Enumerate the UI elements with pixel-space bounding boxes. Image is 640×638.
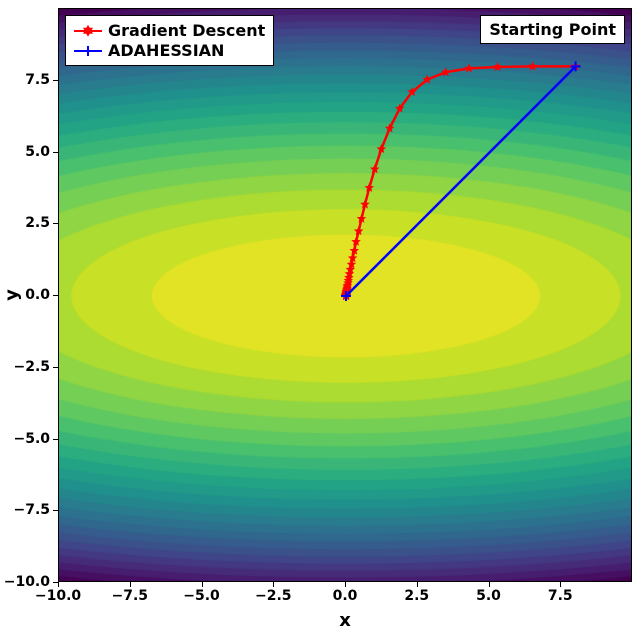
x-tick [58,582,59,587]
y-tick-label: −2.5 [13,359,50,375]
star-icon [528,61,538,70]
x-tick [202,582,203,587]
y-tick [53,152,58,153]
starting-point-annotation: Starting Point [480,15,625,44]
star-icon [441,67,451,76]
x-tick-label: −5.0 [183,588,220,604]
x-tick [345,582,346,587]
x-tick [130,582,131,587]
x-tick-label: −2.5 [255,588,292,604]
legend-label: ADAHESSIAN [108,41,224,60]
series-overlay [59,9,632,582]
y-tick [53,223,58,224]
y-axis-label: y [2,289,23,301]
plus-icon [83,46,93,56]
x-tick-label: 5.0 [476,588,501,604]
y-tick [53,367,58,368]
y-tick [53,295,58,296]
plot-axes: Gradient Descent ADAHESSIAN Starting Poi… [58,8,632,582]
legend-line-icon [74,50,102,52]
y-tick-label: −5.0 [13,431,50,447]
series-line [346,66,576,296]
y-tick-label: 2.5 [25,215,50,231]
legend-line-icon [74,30,102,32]
legend: Gradient Descent ADAHESSIAN [65,15,274,66]
x-tick-label: −10.0 [35,588,81,604]
legend-entry-gradient-descent: Gradient Descent [74,21,265,40]
x-tick-label: 0.0 [333,588,358,604]
star-icon [464,63,474,72]
x-axis-label: x [339,610,351,631]
star-icon [83,24,93,33]
y-tick [53,510,58,511]
x-tick [560,582,561,587]
y-tick [53,439,58,440]
y-tick-label: −7.5 [13,502,50,518]
legend-entry-adahessian: ADAHESSIAN [74,41,265,60]
y-tick-label: 7.5 [25,72,50,88]
x-tick [417,582,418,587]
x-tick-label: 2.5 [404,588,429,604]
y-tick [53,582,58,583]
star-icon [493,62,503,71]
figure: Gradient Descent ADAHESSIAN Starting Poi… [0,0,640,638]
x-tick-label: 7.5 [548,588,573,604]
x-tick [273,582,274,587]
y-tick-label: 5.0 [25,144,50,160]
legend-label: Gradient Descent [108,21,265,40]
x-tick-label: −7.5 [111,588,148,604]
y-tick-label: −10.0 [4,574,50,590]
x-tick [489,582,490,587]
y-tick-label: 0.0 [25,287,50,303]
y-tick [53,80,58,81]
